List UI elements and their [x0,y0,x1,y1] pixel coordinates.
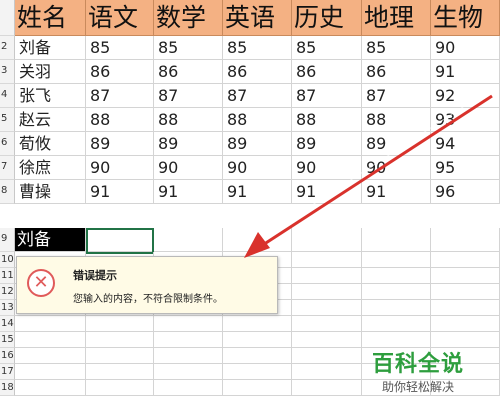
annotation-arrow-icon [244,91,493,258]
watermark-logo: 百科全说 助你轻松解决 [372,346,492,398]
watermark-subtitle: 助你轻松解决 [382,380,455,394]
arrow-shaft-highlight [245,91,487,249]
arrow-head [244,232,270,258]
watermark-title: 百科全说 [372,352,465,377]
spreadsheet: 姓名 语文 数学 英语 历史 地理 生物 2 刘备 85 85 85 85 85… [0,0,500,405]
arrow-shaft [251,94,493,254]
